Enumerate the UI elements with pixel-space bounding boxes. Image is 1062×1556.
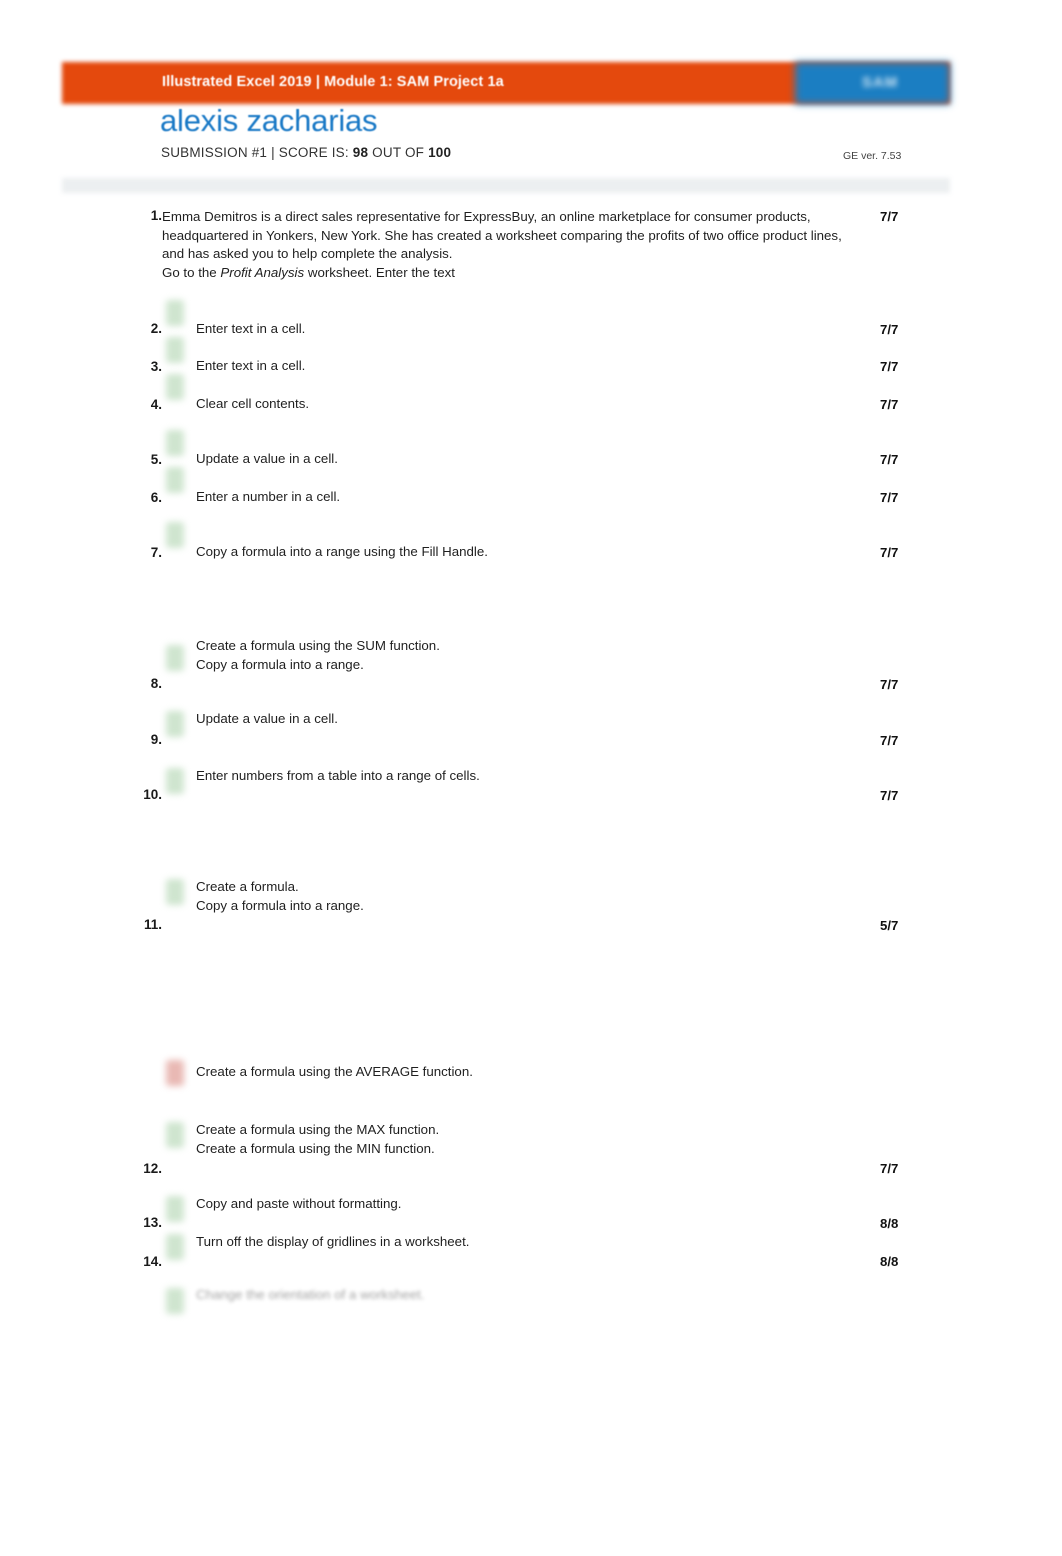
task-score: 7/7 — [880, 545, 899, 560]
status-pass-icon — [166, 337, 184, 363]
task-number: 12. — [143, 1161, 162, 1176]
status-pass-icon — [166, 1288, 184, 1314]
task-description: Enter text in a cell. — [196, 358, 306, 373]
page-title: alexis zacharias — [160, 103, 378, 138]
task-number: 1. — [150, 208, 162, 223]
report-page: Illustrated Excel 2019 | Module 1: SAM P… — [0, 0, 1062, 1556]
task-number: 4. — [150, 397, 162, 412]
task-number: 6. — [150, 490, 162, 505]
task-number: 11. — [143, 917, 162, 932]
ge-version-label: GE ver. 7.53 — [843, 150, 902, 162]
status-pass-icon — [166, 768, 184, 794]
task-number: 13. — [143, 1215, 162, 1230]
task-description: Emma Demitros is a direct sales represen… — [162, 209, 842, 280]
task-number: 9. — [150, 732, 162, 747]
task-description: Clear cell contents. — [196, 396, 310, 411]
task-number: 8. — [150, 676, 162, 691]
status-pass-icon — [166, 1196, 184, 1222]
task-score: 7/7 — [880, 452, 899, 467]
header-course-title: Illustrated Excel 2019 | Module 1: SAM P… — [162, 74, 504, 90]
task-description: Create a formula using the SUM function.… — [196, 638, 440, 672]
task-score: 7/7 — [880, 677, 899, 692]
task-score: 7/7 — [880, 490, 899, 505]
status-pass-icon — [166, 1122, 184, 1148]
task-score: 5/7 — [880, 918, 899, 933]
score-middle: OUT OF — [372, 145, 425, 160]
task-description: Enter a number in a cell. — [196, 489, 341, 504]
task-score: 8/8 — [880, 1216, 899, 1231]
score-value: 98 — [352, 145, 369, 160]
section-separator-band — [62, 178, 950, 193]
brand-logo-text: SAM — [861, 74, 899, 91]
score-prefix: SCORE IS: — [278, 145, 349, 160]
task-score: 7/7 — [880, 1161, 899, 1176]
task-number: 3. — [150, 359, 162, 374]
status-pass-icon — [166, 645, 184, 671]
status-pass-icon — [166, 522, 184, 548]
status-pass-icon — [166, 711, 184, 737]
task-description: Update a value in a cell. — [196, 451, 338, 466]
task-description: Change the orientation of a worksheet. — [196, 1287, 425, 1302]
task-description: Update a value in a cell. — [196, 711, 338, 726]
task-number: 2. — [150, 321, 162, 336]
task-description: Turn off the display of gridlines in a w… — [196, 1234, 470, 1249]
status-pass-icon — [166, 879, 184, 905]
status-pass-icon — [166, 467, 184, 493]
task-score: 7/7 — [880, 788, 899, 803]
task-description: Create a formula using the MAX function.… — [196, 1122, 440, 1156]
task-score: 8/8 — [880, 1254, 899, 1269]
task-number: 5. — [150, 452, 162, 467]
task-number: 7. — [150, 545, 162, 560]
status-fail-icon — [166, 1060, 184, 1086]
task-score: 7/7 — [880, 209, 899, 224]
task-score: 7/7 — [880, 359, 899, 374]
task-number: 14. — [143, 1254, 162, 1269]
submission-score-line: SUBMISSION #1 | SCORE IS: 98 OUT OF 100 — [161, 145, 451, 160]
task-description: Enter numbers from a table into a range … — [196, 768, 480, 783]
status-pass-icon — [166, 430, 184, 456]
task-description: Copy and paste without formatting. — [196, 1196, 402, 1211]
status-pass-icon — [166, 1234, 184, 1260]
task-description: Enter text in a cell. — [196, 321, 306, 336]
score-total: 100 — [428, 145, 452, 160]
status-pass-icon — [166, 300, 184, 326]
score-separator: | — [271, 145, 275, 160]
task-score: 7/7 — [880, 397, 899, 412]
task-score: 7/7 — [880, 733, 899, 748]
submission-label: SUBMISSION #1 — [161, 145, 268, 160]
task-number: 10. — [143, 787, 162, 802]
task-score: 7/7 — [880, 322, 899, 337]
task-description: Copy a formula into a range using the Fi… — [196, 544, 488, 559]
status-pass-icon — [166, 374, 184, 400]
task-description: Create a formula. Copy a formula into a r… — [196, 879, 364, 913]
task-description: Create a formula using the AVERAGE funct… — [196, 1064, 473, 1079]
